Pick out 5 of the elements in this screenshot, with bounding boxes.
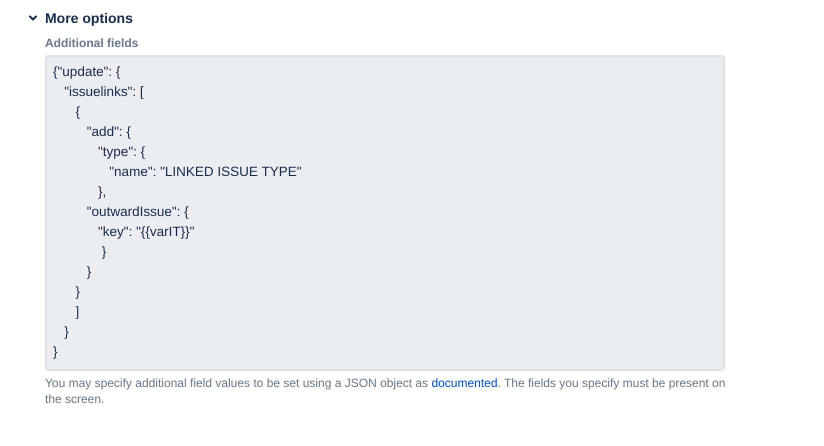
section-title[interactable]: More options xyxy=(45,10,133,26)
json-input-field[interactable]: {"update": { "issuelinks": [ { "add": { "type": { "name": "LINKED ISSUE TYPE" }, "outwardIssue": { "key": "{{varIT}}" } } } ] } } xyxy=(45,55,725,371)
help-text: You may specify additional field values to be set using a JSON object as documented. The fields you specify must be present on the screen. xyxy=(45,375,726,407)
field-label: Additional fields xyxy=(45,36,138,50)
documented-link[interactable]: documented xyxy=(431,376,498,390)
